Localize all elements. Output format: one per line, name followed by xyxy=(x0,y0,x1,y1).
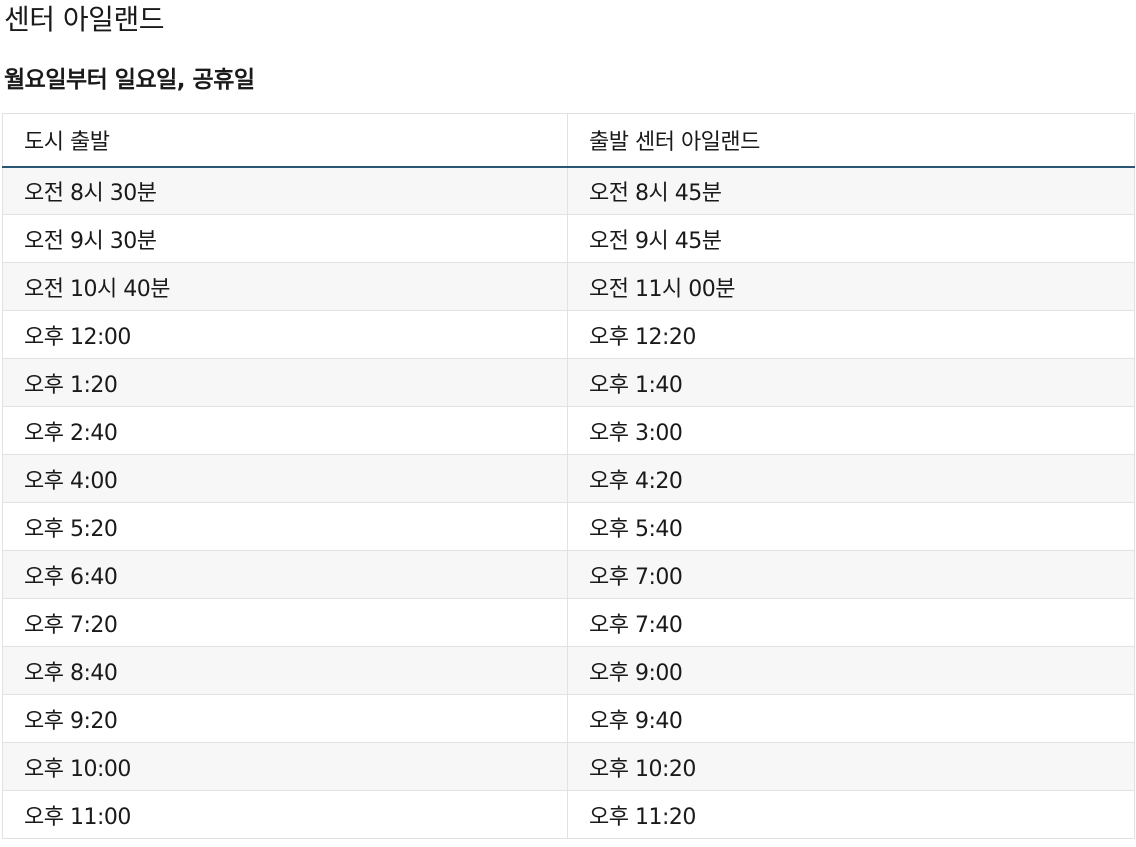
table-row: 오전 8시 30분 오전 8시 45분 xyxy=(2,166,1135,215)
island-departure-cell: 오후 5:40 xyxy=(567,502,1135,551)
island-departure-cell: 오후 12:20 xyxy=(567,310,1135,359)
island-departure-cell: 오후 4:20 xyxy=(567,454,1135,503)
island-departure-cell: 오전 11시 00분 xyxy=(567,262,1135,311)
header-city-departure: 도시 출발 xyxy=(2,113,568,168)
island-departure-cell: 오후 10:20 xyxy=(567,742,1135,791)
city-departure-cell: 오후 5:20 xyxy=(2,502,568,551)
schedule-table: 도시 출발 출발 센터 아일랜드 오전 8시 30분 오전 8시 45분 오전 … xyxy=(2,113,1135,839)
table-row: 오후 10:00 오후 10:20 xyxy=(2,742,1135,791)
page: 센터 아일랜드 월요일부터 일요일, 공휴일 도시 출발 출발 센터 아일랜드 … xyxy=(0,0,1136,847)
table-row: 오후 1:20 오후 1:40 xyxy=(2,358,1135,407)
table-row: 오후 12:00 오후 12:20 xyxy=(2,310,1135,359)
city-departure-cell: 오전 9시 30분 xyxy=(2,214,568,263)
schedule-subtitle: 월요일부터 일요일, 공휴일 xyxy=(4,67,255,93)
table-row: 오후 8:40 오후 9:00 xyxy=(2,646,1135,695)
schedule-table-container: 도시 출발 출발 센터 아일랜드 오전 8시 30분 오전 8시 45분 오전 … xyxy=(2,113,1135,839)
island-departure-cell: 오전 9시 45분 xyxy=(567,214,1135,263)
island-departure-cell: 오후 7:00 xyxy=(567,550,1135,599)
island-departure-cell: 오전 8시 45분 xyxy=(567,166,1135,215)
island-departure-cell: 오후 11:20 xyxy=(567,790,1135,839)
city-departure-cell: 오후 8:40 xyxy=(2,646,568,695)
city-departure-cell: 오후 4:00 xyxy=(2,454,568,503)
table-row: 오후 7:20 오후 7:40 xyxy=(2,598,1135,647)
table-row: 오후 9:20 오후 9:40 xyxy=(2,694,1135,743)
city-departure-cell: 오후 11:00 xyxy=(2,790,568,839)
table-row: 오후 11:00 오후 11:20 xyxy=(2,790,1135,839)
city-departure-cell: 오후 9:20 xyxy=(2,694,568,743)
city-departure-cell: 오후 7:20 xyxy=(2,598,568,647)
page-title: 센터 아일랜드 xyxy=(4,3,164,36)
island-departure-cell: 오후 9:00 xyxy=(567,646,1135,695)
header-island-departure: 출발 센터 아일랜드 xyxy=(567,113,1135,168)
table-row: 오전 9시 30분 오전 9시 45분 xyxy=(2,214,1135,263)
city-departure-cell: 오후 12:00 xyxy=(2,310,568,359)
table-row: 오후 6:40 오후 7:00 xyxy=(2,550,1135,599)
city-departure-cell: 오전 8시 30분 xyxy=(2,166,568,215)
island-departure-cell: 오후 7:40 xyxy=(567,598,1135,647)
city-departure-cell: 오전 10시 40분 xyxy=(2,262,568,311)
table-row: 오전 10시 40분 오전 11시 00분 xyxy=(2,262,1135,311)
table-row: 오후 4:00 오후 4:20 xyxy=(2,454,1135,503)
island-departure-cell: 오후 3:00 xyxy=(567,406,1135,455)
table-row: 오후 2:40 오후 3:00 xyxy=(2,406,1135,455)
city-departure-cell: 오후 10:00 xyxy=(2,742,568,791)
city-departure-cell: 오후 2:40 xyxy=(2,406,568,455)
city-departure-cell: 오후 1:20 xyxy=(2,358,568,407)
island-departure-cell: 오후 1:40 xyxy=(567,358,1135,407)
city-departure-cell: 오후 6:40 xyxy=(2,550,568,599)
schedule-table-body: 오전 8시 30분 오전 8시 45분 오전 9시 30분 오전 9시 45분 … xyxy=(2,166,1135,839)
schedule-table-header: 도시 출발 출발 센터 아일랜드 xyxy=(2,113,1135,168)
header-row: 도시 출발 출발 센터 아일랜드 xyxy=(2,113,1135,168)
table-row: 오후 5:20 오후 5:40 xyxy=(2,502,1135,551)
island-departure-cell: 오후 9:40 xyxy=(567,694,1135,743)
